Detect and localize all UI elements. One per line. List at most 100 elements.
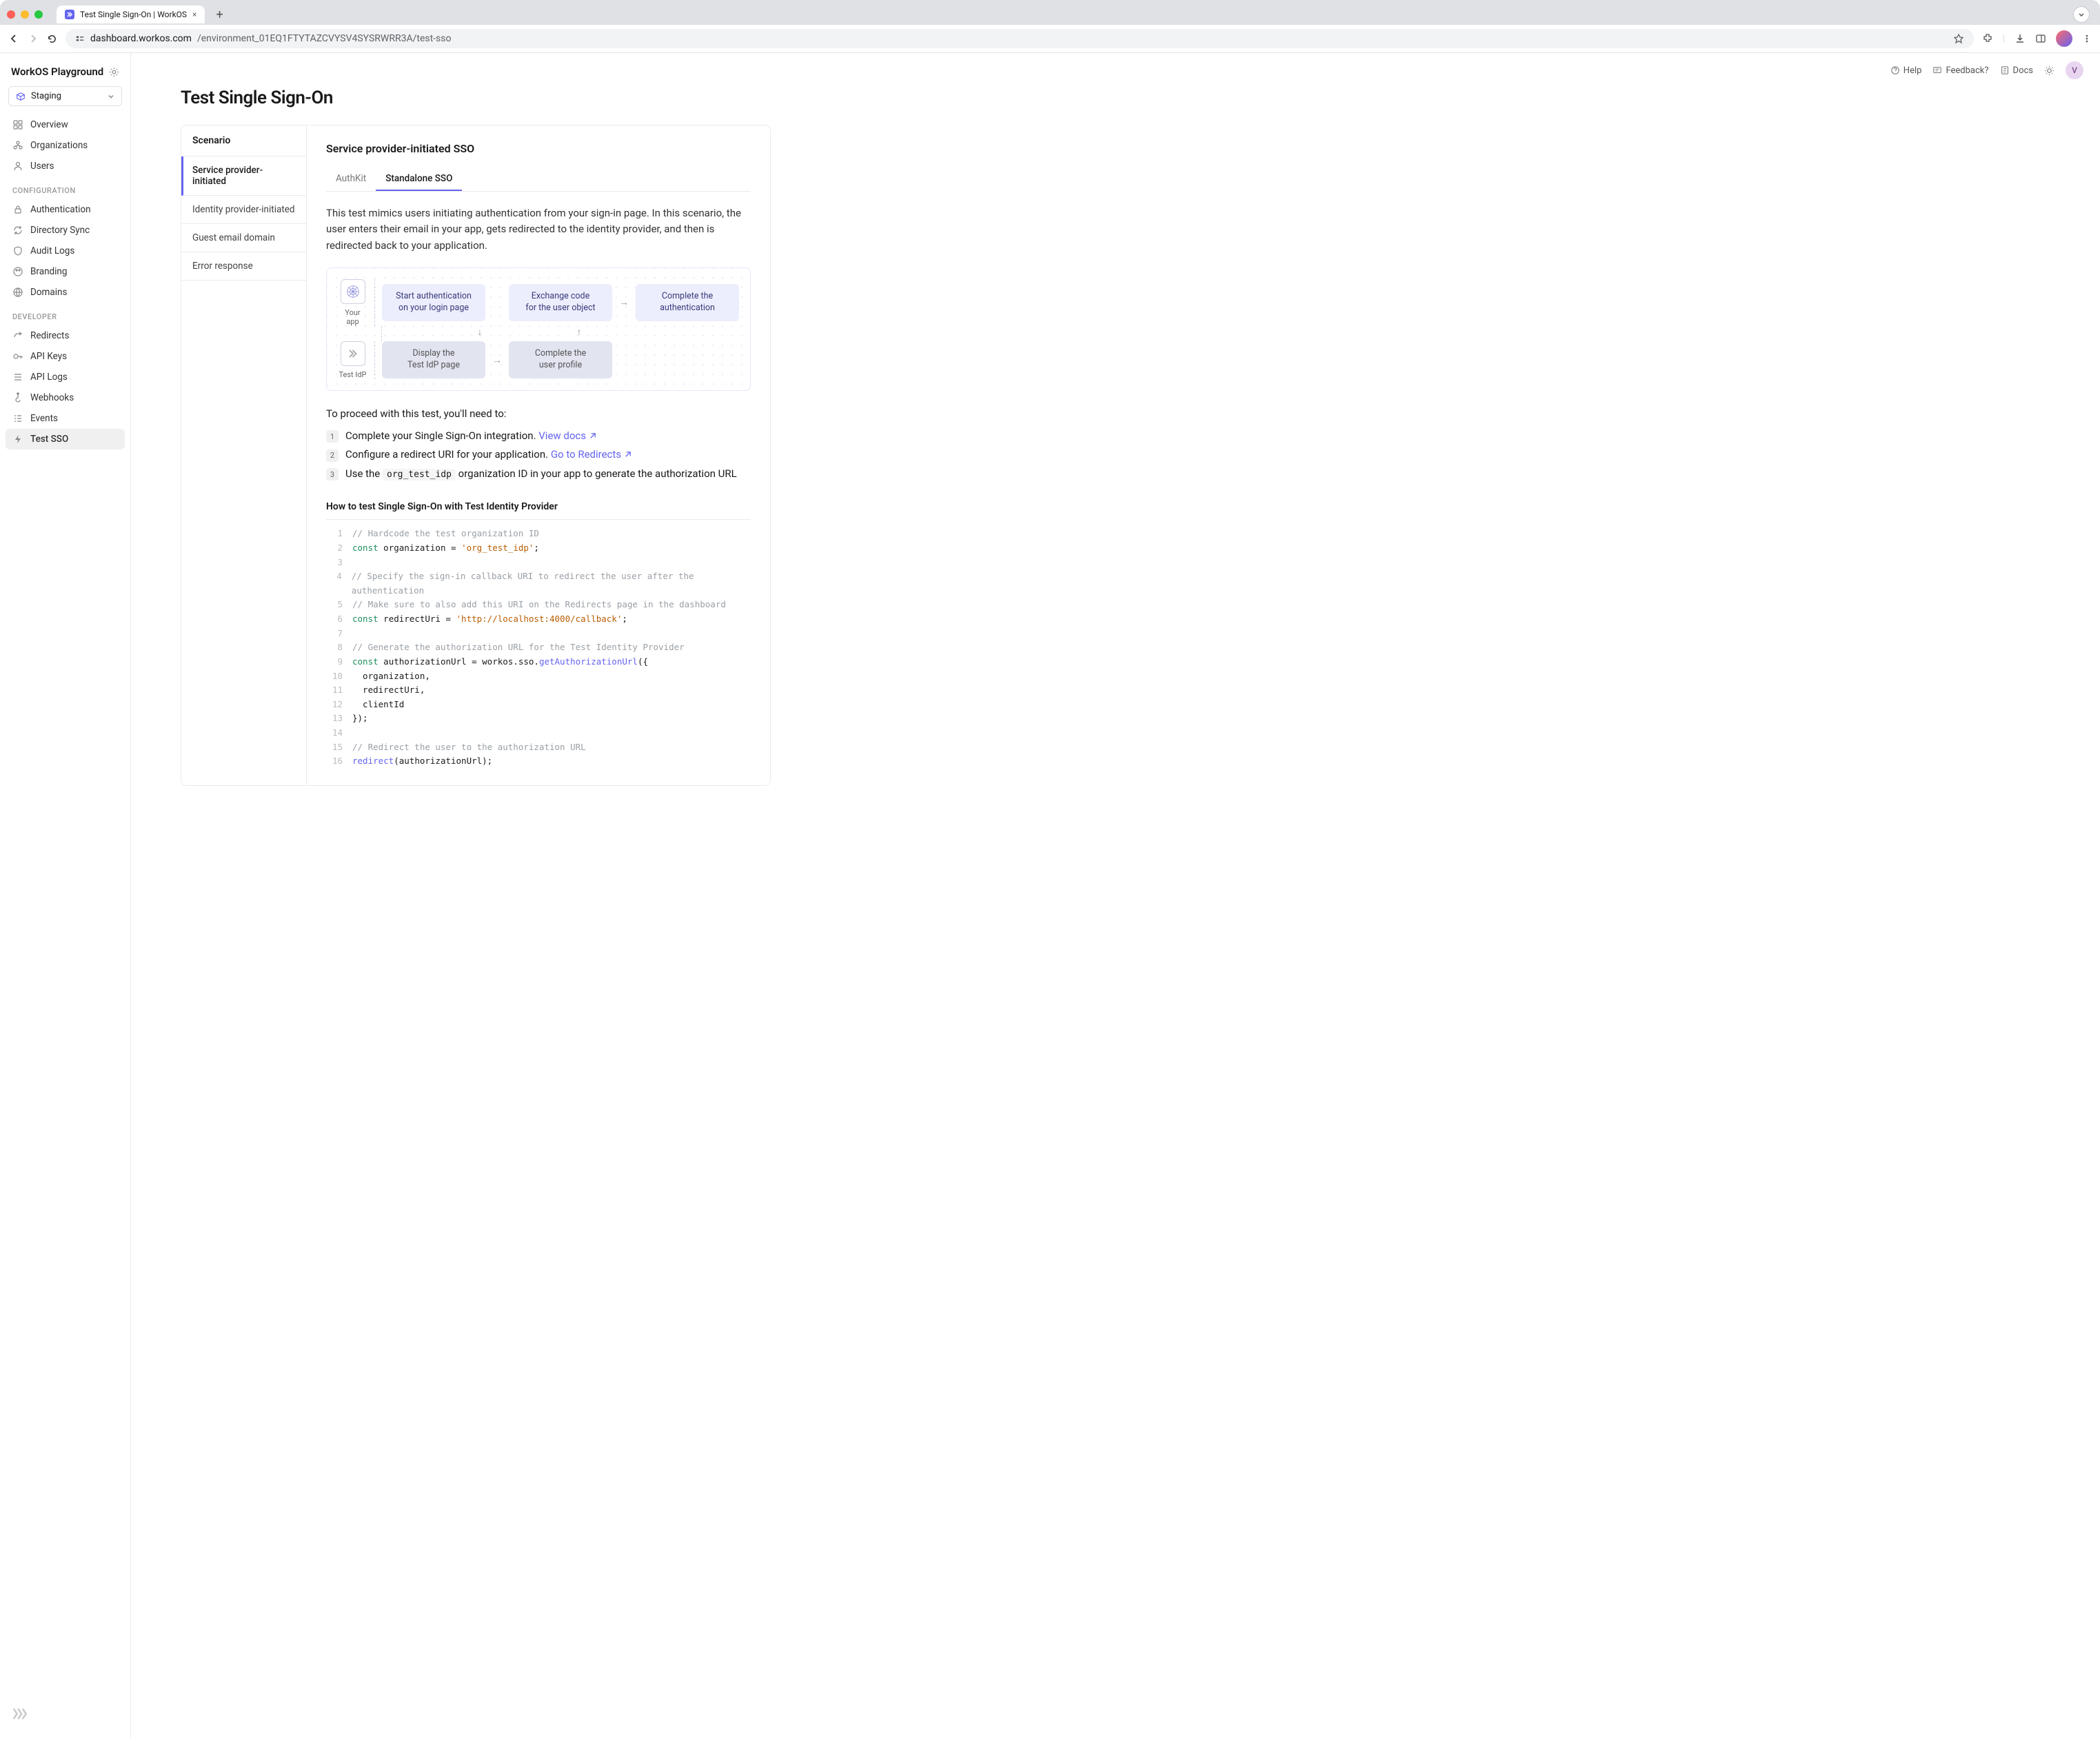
tabs-menu-button[interactable]: [2074, 7, 2089, 22]
sidebar-item-audit-logs[interactable]: Audit Logs: [6, 241, 125, 261]
chevron-down-icon: [108, 93, 114, 100]
feedback-link[interactable]: Feedback?: [1932, 65, 1988, 76]
sidebar-item-events[interactable]: Events: [6, 408, 125, 429]
minimize-window-icon[interactable]: [21, 10, 29, 19]
page-title: Test Single Sign-On: [181, 88, 771, 108]
key-icon: [12, 351, 23, 362]
help-link[interactable]: Help: [1890, 65, 1922, 76]
sidebar-item-api-keys[interactable]: API Keys: [6, 346, 125, 367]
code-line: 2const organization = 'org_test_idp';: [326, 541, 751, 556]
maximize-window-icon[interactable]: [34, 10, 43, 19]
docs-link[interactable]: Docs: [2000, 65, 2033, 76]
close-window-icon[interactable]: [7, 10, 15, 19]
sidebar-item-label: Organizations: [30, 140, 88, 151]
sidebar-item-label: Domains: [30, 287, 67, 298]
flow-diagram: Your app Start authentication on your lo…: [326, 267, 751, 391]
code-line: 8// Generate the authorization URL for t…: [326, 640, 751, 655]
close-tab-icon[interactable]: ×: [192, 10, 196, 19]
browser-chrome: Test Single Sign-On | WorkOS × + dashboa…: [0, 0, 2100, 53]
tab-standalone-sso[interactable]: Standalone SSO: [376, 168, 462, 191]
sidebar-item-label: Events: [30, 413, 58, 424]
scenario-error-response[interactable]: Error response: [181, 252, 306, 281]
sidebar-item-label: Overview: [30, 119, 68, 130]
list-icon: [12, 372, 23, 383]
url-field[interactable]: dashboard.workos.com/environment_01EQ1FT…: [65, 29, 1974, 48]
sidebar-item-label: Branding: [30, 266, 67, 277]
tab-title: Test Single Sign-On | WorkOS: [80, 10, 187, 19]
scenario-identity-provider-initiated[interactable]: Identity provider-initiated: [181, 196, 306, 224]
sidebar-item-label: Redirects: [30, 330, 69, 341]
menu-icon[interactable]: [2082, 34, 2092, 43]
window-controls: [7, 10, 43, 19]
tab-favicon-icon: [65, 10, 74, 19]
step-3: 3 Use the org_test_idp organization ID i…: [326, 465, 751, 484]
sidebar-item-api-logs[interactable]: API Logs: [6, 367, 125, 387]
code-line: 16redirect(authorizationUrl);: [326, 754, 751, 769]
sidebar-item-label: Webhooks: [30, 392, 74, 403]
download-icon[interactable]: [2015, 33, 2026, 44]
environment-label: Staging: [31, 91, 61, 101]
sidebar-item-webhooks[interactable]: Webhooks: [6, 387, 125, 408]
scenario-list: Scenario Service provider-initiatedIdent…: [181, 125, 307, 785]
code-line: 3: [326, 556, 751, 570]
code-line: 13});: [326, 711, 751, 726]
code-line: 6const redirectUri = 'http://localhost:4…: [326, 612, 751, 627]
side-panel-icon[interactable]: [2035, 33, 2046, 44]
theme-toggle[interactable]: [2044, 65, 2054, 76]
reload-button[interactable]: [47, 34, 57, 44]
code-line: 1// Hardcode the test organization ID: [326, 527, 751, 541]
new-tab-button[interactable]: +: [210, 8, 228, 22]
diagram-step-2: Exchange code for the user object: [509, 284, 612, 321]
sidebar-item-domains[interactable]: Domains: [6, 282, 125, 303]
environment-selector[interactable]: Staging: [8, 86, 122, 106]
sidebar-item-test-sso[interactable]: Test SSO: [6, 429, 125, 449]
url-path: /environment_01EQ1FTYTAZCVYSV4SYSRWRR3A/…: [197, 33, 452, 44]
sidebar-item-users[interactable]: Users: [6, 156, 125, 176]
extensions-icon[interactable]: [1982, 33, 1993, 44]
topbar: Help Feedback? Docs V: [131, 53, 2100, 88]
redirect-icon: [12, 330, 23, 341]
your-app-label: Your app: [338, 308, 367, 326]
view-docs-link[interactable]: View docs: [538, 429, 596, 442]
profile-avatar-icon[interactable]: [2056, 30, 2072, 47]
browser-tab[interactable]: Test Single Sign-On | WorkOS ×: [57, 6, 205, 23]
sidebar-item-organizations[interactable]: Organizations: [6, 135, 125, 156]
sidebar-item-label: Users: [30, 161, 54, 172]
tab-authkit[interactable]: AuthKit: [326, 168, 376, 191]
sidebar-item-label: Authentication: [30, 204, 91, 215]
section-developer: DEVELOPER: [6, 303, 125, 325]
forward-button: [28, 33, 39, 44]
workspace-title: WorkOS Playground: [11, 65, 103, 78]
shield-icon: [12, 245, 23, 256]
code-line: 9const authorizationUrl = workos.sso.get…: [326, 655, 751, 669]
org-id-code: org_test_idp: [383, 469, 456, 480]
sidebar-item-redirects[interactable]: Redirects: [6, 325, 125, 346]
sidebar-item-label: Audit Logs: [30, 245, 74, 256]
scenario-guest-email-domain[interactable]: Guest email domain: [181, 224, 306, 252]
hook-icon: [12, 392, 23, 403]
sidebar-item-label: API Keys: [30, 351, 67, 362]
back-button[interactable]: [8, 33, 19, 44]
diagram-step-4: Display the Test IdP page: [382, 341, 485, 378]
proceed-text: To proceed with this test, you'll need t…: [326, 407, 751, 420]
gear-icon[interactable]: [109, 67, 119, 77]
test-panel: Scenario Service provider-initiatedIdent…: [181, 125, 771, 786]
code-line: 14: [326, 726, 751, 740]
site-settings-icon[interactable]: [75, 34, 85, 43]
workos-logo-icon: [11, 1705, 29, 1723]
sidebar-item-directory-sync[interactable]: Directory Sync: [6, 220, 125, 241]
arrow-right-icon: →: [492, 354, 502, 366]
go-to-redirects-link[interactable]: Go to Redirects: [551, 448, 632, 461]
events-icon: [12, 413, 23, 424]
sidebar-item-branding[interactable]: Branding: [6, 261, 125, 282]
scenario-service-provider-initiated[interactable]: Service provider-initiated: [181, 156, 306, 196]
sidebar: WorkOS Playground Staging Overview Organi…: [0, 53, 131, 1738]
detail-title: Service provider-initiated SSO: [326, 142, 751, 155]
grid-icon: [12, 119, 23, 130]
step-1: 1 Complete your Single Sign-On integrati…: [326, 427, 751, 446]
sidebar-item-authentication[interactable]: Authentication: [6, 199, 125, 220]
bookmark-icon[interactable]: [1953, 33, 1964, 44]
sidebar-item-overview[interactable]: Overview: [6, 114, 125, 135]
user-avatar[interactable]: V: [2066, 61, 2083, 79]
code-line: 5// Make sure to also add this URI on th…: [326, 598, 751, 612]
